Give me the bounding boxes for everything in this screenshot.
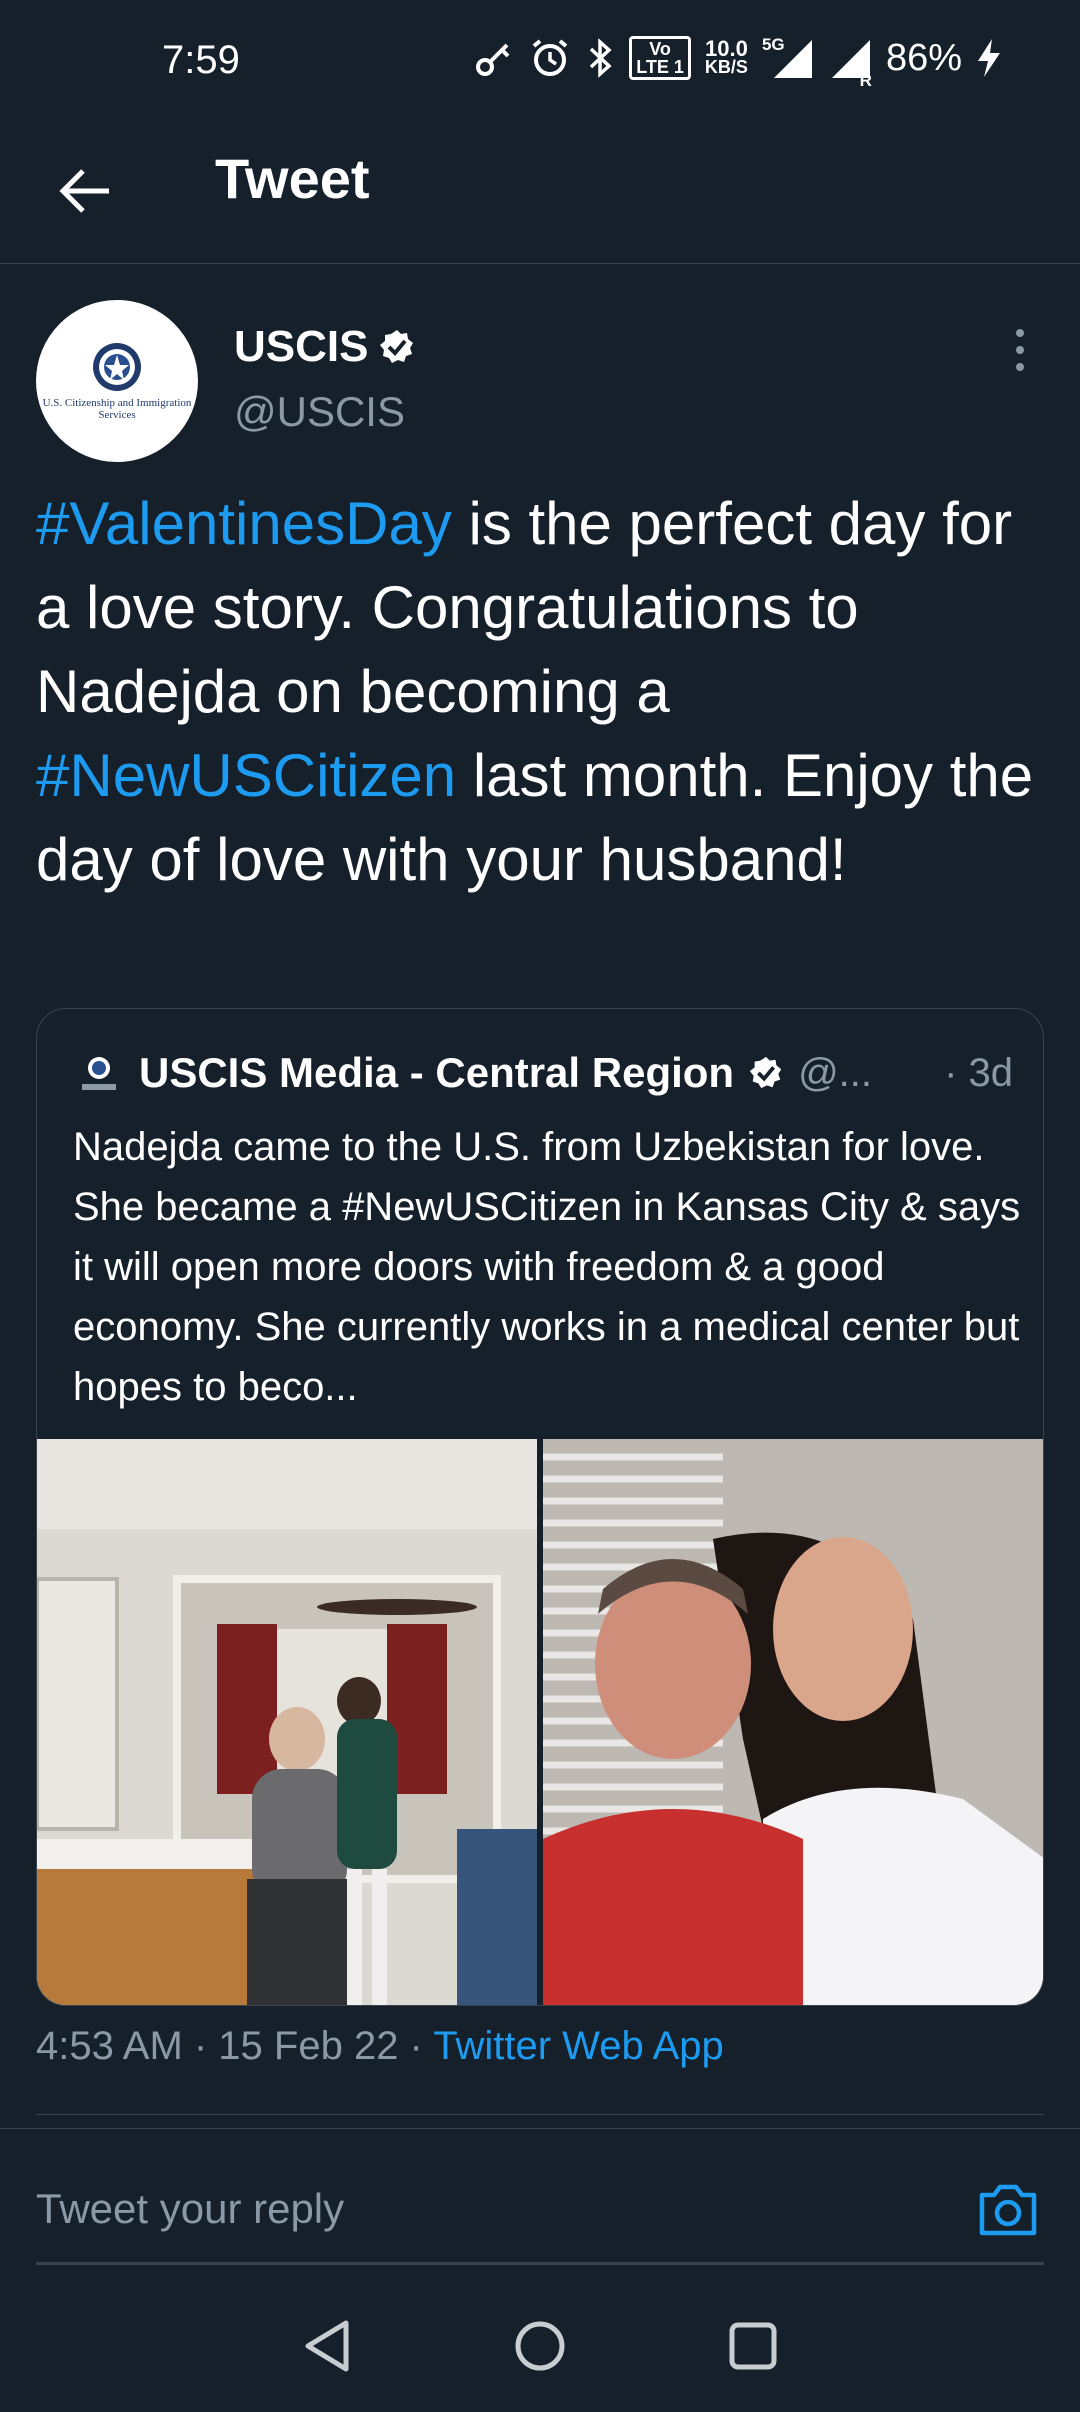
avatar[interactable]: U.S. Citizenship and Immigration Service…: [36, 300, 198, 462]
verified-badge-icon: [380, 330, 414, 363]
square-recents-icon: [729, 2322, 777, 2370]
photo-kitchen-illustration: [37, 1439, 537, 2005]
alarm-icon: [532, 39, 568, 76]
roaming-label: R: [859, 71, 872, 90]
hashtag-valentinesday[interactable]: #ValentinesDay: [36, 490, 452, 557]
tweet-source[interactable]: Twitter Web App: [433, 2024, 724, 2068]
quote-avatar: [73, 1047, 125, 1099]
status-time: 7:59: [162, 38, 240, 82]
key-icon: [476, 43, 510, 76]
volte-top: Vo: [649, 39, 671, 59]
quote-avatar-seal-icon: [82, 1057, 116, 1090]
volte-bottom: LTE 1: [636, 57, 684, 77]
signal-5g: 5G: [762, 36, 814, 80]
quote-media: [37, 1439, 1043, 2005]
photo-couple[interactable]: [543, 1439, 1043, 2005]
arrow-left-icon: [59, 169, 109, 213]
charging-icon: [978, 39, 1000, 77]
camera-icon: [979, 2184, 1037, 2236]
network-speed-unit: KB/S: [704, 57, 748, 77]
avatar-caption: U.S. Citizenship and Immigration Service…: [42, 397, 192, 421]
network-speed-value: 10.0: [705, 36, 748, 61]
quote-text: Nadejda came to the U.S. from Uzbekistan…: [73, 1125, 1021, 1409]
author-name-row[interactable]: USCIS: [234, 322, 416, 372]
battery-percent: 86%: [885, 36, 962, 79]
photo-couple-illustration: [543, 1439, 1043, 2005]
triangle-back-icon: [305, 2320, 349, 2372]
app-header: [0, 126, 1080, 264]
dhs-seal-icon: [93, 343, 141, 391]
network-speed: 10.0 KB/S: [704, 36, 748, 77]
reply-input[interactable]: Tweet your reply: [36, 2185, 344, 2233]
author-handle[interactable]: @USCIS: [234, 388, 405, 436]
tweet-body: #ValentinesDay is the perfect day for a …: [36, 482, 1046, 902]
status-bar: 7:59 Vo LTE 1 10.0 KB/S 5G R 86%: [0, 0, 1080, 126]
bluetooth-icon: [590, 38, 612, 78]
nav-recents-button[interactable]: [718, 2311, 788, 2381]
photo-kitchen[interactable]: [37, 1439, 537, 2005]
quote-time: · 3d: [944, 1050, 1013, 1095]
hashtag-newuscitizen[interactable]: #NewUSCitizen: [36, 742, 456, 809]
verified-badge-icon: [749, 1056, 782, 1089]
reply-underline: [36, 2262, 1044, 2265]
tweet-timestamp: 4:53 AM · 15 Feb 22 ·: [36, 2024, 434, 2068]
system-nav-bar: [0, 2280, 1080, 2412]
quote-author-handle: @...: [798, 1050, 873, 1095]
nav-home-button[interactable]: [505, 2311, 575, 2381]
quote-author-name: USCIS Media - Central Region: [139, 1049, 735, 1096]
page-title: Tweet: [215, 147, 370, 210]
divider: [36, 2114, 1044, 2115]
camera-button[interactable]: [976, 2179, 1040, 2239]
quoted-tweet[interactable]: USCIS Media - Central Region @... · 3d N…: [36, 1008, 1044, 2006]
back-button[interactable]: [50, 156, 120, 226]
reply-bar: Tweet your reply: [0, 2128, 1080, 2280]
nav-back-button[interactable]: [292, 2311, 362, 2381]
volte-icon: Vo LTE 1: [629, 36, 691, 80]
status-icons: Vo LTE 1 10.0 KB/S 5G R 86%: [473, 36, 1002, 90]
more-vertical-icon[interactable]: [1000, 325, 1040, 375]
author-name: USCIS: [234, 322, 369, 371]
quote-header: USCIS Media - Central Region @... · 3d: [73, 1047, 1013, 1099]
circle-home-icon: [515, 2321, 565, 2371]
signal-icon: [773, 40, 812, 78]
tweet-meta: 4:53 AM · 15 Feb 22 · Twitter Web App: [36, 2024, 724, 2069]
signal-roaming: R: [828, 36, 872, 90]
